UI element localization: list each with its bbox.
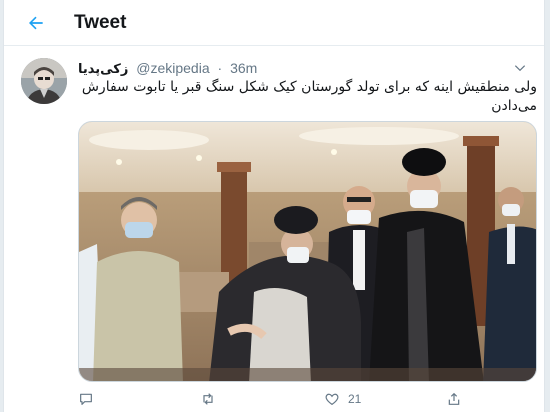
tweet-actions: 21 (78, 388, 537, 410)
tweet-text-line: ولی منطقیش اینه که برای تولد گورستان کیک… (81, 79, 537, 95)
share-button[interactable] (446, 390, 462, 408)
display-name[interactable]: زکی‌پدیا (78, 62, 128, 77)
handle[interactable]: @zekipedia (136, 60, 209, 76)
photo-image (79, 122, 536, 381)
reply-icon (80, 393, 92, 405)
tweet-text: ولی منطقیش اینه که برای تولد گورستان کیک… (78, 78, 537, 116)
back-button[interactable] (25, 12, 47, 34)
avatar-image (21, 58, 67, 104)
timestamp[interactable]: 36m (230, 60, 257, 76)
tweet-page: Tweet زکی‌پدیا @zekipedia · 36m ولی منطق… (3, 0, 545, 412)
reply-button[interactable] (78, 390, 94, 408)
tweet-text-line: می‌دادن (491, 98, 537, 114)
dot-separator: · (217, 60, 223, 76)
page-header: Tweet (4, 0, 544, 46)
avatar[interactable] (21, 58, 67, 104)
like-button[interactable]: 21 (324, 390, 361, 408)
heart-icon (325, 393, 339, 406)
arrow-left-icon (29, 16, 43, 30)
retweet-icon (203, 393, 213, 405)
tweet-photo[interactable] (78, 121, 537, 382)
retweet-button[interactable] (200, 390, 216, 408)
chevron-down-icon (514, 65, 526, 72)
more-options-button[interactable] (510, 58, 530, 78)
like-count: 21 (348, 392, 362, 406)
tweet-author: زکی‌پدیا @zekipedia · 36m (78, 60, 508, 78)
share-icon (448, 392, 460, 405)
page-title: Tweet (74, 12, 127, 33)
